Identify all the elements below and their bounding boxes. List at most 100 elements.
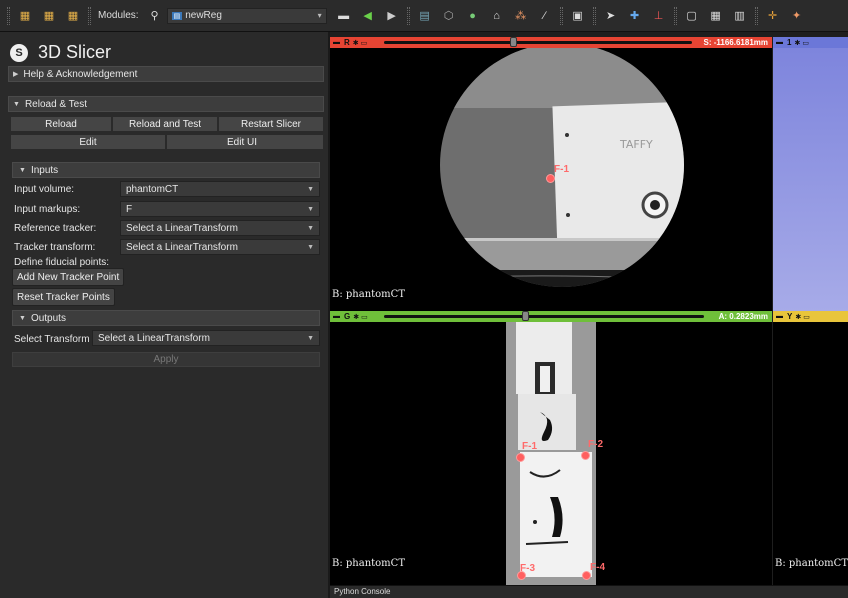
input-volume-value: phantomCT: [126, 183, 179, 195]
fiducial-label: F-4: [590, 562, 605, 573]
edit-button[interactable]: Edit: [10, 134, 166, 150]
add-tracker-point-button[interactable]: Add New Tracker Point: [12, 268, 125, 286]
capture-icon[interactable]: ▢: [683, 7, 701, 25]
module-selector[interactable]: ▤ newReg ▾: [166, 7, 327, 24]
view-icon[interactable]: ▥: [731, 7, 749, 25]
threed-view[interactable]: ▬ 1 ✱ ▭: [773, 37, 848, 311]
reload-button[interactable]: Reload: [10, 116, 112, 132]
output-transform-select[interactable]: Select a LinearTransform ▼: [92, 330, 320, 346]
red-slice-slider[interactable]: [384, 41, 692, 44]
visibility-icon[interactable]: ▭: [803, 313, 810, 321]
pin-icon[interactable]: ▬: [333, 313, 340, 320]
markup-icon[interactable]: ⁂: [512, 7, 530, 25]
output-transform-value: Select a LinearTransform: [98, 332, 210, 344]
yellow-slice-view[interactable]: ▬ Y ✱ ▭ B: phantomCT: [773, 311, 848, 585]
forward-icon[interactable]: ▶: [383, 7, 401, 25]
main-toolbar: ▦ ▦ ▦ Modules: ⚲ ▤ newReg ▾ ▬ ◀ ▶ ▤ ⬡ ● …: [0, 0, 848, 32]
reference-tracker-select[interactable]: Select a LinearTransform ▼: [120, 220, 320, 236]
green-view-controller: ▬ G ✱ ▭ A: 0.2823mm: [330, 311, 772, 322]
red-view-letter: R: [344, 38, 350, 47]
save-icon[interactable]: ▦: [64, 7, 82, 25]
slicer-window: ▦ ▦ ▦ Modules: ⚲ ▤ newReg ▾ ▬ ◀ ▶ ▤ ⬡ ● …: [0, 0, 848, 598]
reference-tracker-label: Reference tracker:: [14, 223, 97, 234]
screenshot-icon[interactable]: ▣: [569, 7, 587, 25]
link-icon[interactable]: ✱: [353, 39, 359, 47]
reload-section-header[interactable]: ▼ Reload & Test: [8, 96, 324, 112]
caret-down-icon: ▼: [19, 166, 26, 174]
tracker-transform-select[interactable]: Select a LinearTransform ▼: [120, 239, 320, 255]
visibility-icon[interactable]: ▭: [361, 313, 368, 321]
link-icon[interactable]: ✱: [353, 313, 359, 321]
pin-icon[interactable]: ▬: [333, 39, 340, 46]
dicom-icon[interactable]: ▦: [16, 7, 34, 25]
green-slice-slider-handle[interactable]: [521, 311, 529, 321]
segment-icon[interactable]: ▤: [416, 7, 434, 25]
outputs-section-header[interactable]: ▼ Outputs: [12, 310, 320, 326]
green-slice-view[interactable]: ▬ G ✱ ▭ A: 0.2823mm F-1 F-2 F-3 F-4 B: p…: [330, 311, 772, 585]
module-panel: S 3D Slicer ▶ Help & Acknowledgement ▼ R…: [0, 32, 328, 598]
green-slice-slider[interactable]: [384, 315, 704, 318]
select-transform-label: Select Transform: [14, 334, 90, 345]
red-slice-view[interactable]: ▬ R ✱ ▭ S: -1166.6181mm TAFFY F-1 B: pha…: [330, 37, 772, 311]
restart-slicer-button[interactable]: Restart Slicer: [218, 116, 324, 132]
reset-tracker-points-button[interactable]: Reset Tracker Points: [12, 288, 115, 306]
ruler-icon[interactable]: ∕: [536, 7, 554, 25]
reference-tracker-value: Select a LinearTransform: [126, 222, 238, 234]
module-selector-value: newReg: [185, 10, 222, 21]
modules-label: Modules:: [98, 10, 139, 21]
chevron-down-icon: ▼: [307, 334, 314, 342]
caret-down-icon: ▼: [19, 314, 26, 322]
pointer-icon[interactable]: ➤: [602, 7, 620, 25]
link-icon[interactable]: ✱: [794, 39, 800, 47]
brand: S 3D Slicer: [10, 42, 111, 63]
search-icon[interactable]: ⚲: [146, 7, 164, 25]
inputs-section-header[interactable]: ▼ Inputs: [12, 162, 320, 178]
layout-icon[interactable]: ▬: [335, 7, 353, 25]
toolbar-separator: [559, 6, 563, 25]
pin-icon[interactable]: ▬: [776, 313, 783, 320]
fiducial-label: F-1: [554, 164, 569, 175]
python-console-bar[interactable]: Python Console: [330, 585, 848, 598]
python-console-label: Python Console: [334, 587, 391, 596]
fiducial-icon[interactable]: ✚: [626, 7, 644, 25]
back-icon[interactable]: ◀: [359, 7, 377, 25]
fiducial-point[interactable]: [516, 453, 525, 462]
visibility-icon[interactable]: ▭: [361, 39, 368, 47]
green-slice-image: [506, 322, 596, 585]
help-section-header[interactable]: ▶ Help & Acknowledgement: [8, 66, 324, 82]
fiducial-point[interactable]: [546, 174, 555, 183]
module-icon: ▤: [171, 11, 183, 20]
fiducial-label: F-2: [588, 439, 603, 450]
input-markups-select[interactable]: F ▼: [120, 201, 320, 217]
model-icon[interactable]: ⬡: [440, 7, 458, 25]
input-volume-label: Input volume:: [14, 184, 75, 195]
toolbar-separator: [406, 6, 410, 25]
scene-icon[interactable]: ▦: [707, 7, 725, 25]
fiducial-label: F-1: [522, 441, 537, 452]
apply-button[interactable]: Apply: [12, 352, 320, 367]
link-icon[interactable]: ✱: [795, 313, 801, 321]
home-icon[interactable]: ⌂: [488, 7, 506, 25]
transform-icon[interactable]: ✦: [788, 7, 806, 25]
chevron-down-icon: ▼: [307, 185, 314, 193]
fiducial-point[interactable]: [581, 451, 590, 460]
tracker-transform-value: Select a LinearTransform: [126, 241, 238, 253]
svg-text:TAFFY: TAFFY: [619, 138, 653, 151]
red-slice-offset: S: -1166.6181mm: [703, 38, 769, 47]
input-volume-select[interactable]: phantomCT ▼: [120, 181, 320, 197]
toolbar-separator: [592, 6, 596, 25]
crosshair-icon[interactable]: ✛: [764, 7, 782, 25]
caret-right-icon: ▶: [13, 71, 19, 78]
data-icon[interactable]: ▦: [40, 7, 58, 25]
fiducial-label: F-3: [520, 563, 535, 574]
green-slice-offset: A: 0.2823mm: [718, 312, 768, 321]
visibility-icon[interactable]: ▭: [802, 39, 809, 47]
volume-icon[interactable]: ●: [464, 7, 482, 25]
help-section-label: Help & Acknowledgement: [23, 68, 138, 80]
edit-ui-button[interactable]: Edit UI: [166, 134, 324, 150]
toolbar-separator: [754, 6, 758, 25]
red-slice-slider-handle[interactable]: [510, 37, 518, 47]
pin-icon[interactable]: ▬: [776, 39, 783, 46]
fiducial-place-icon[interactable]: ⊥: [650, 7, 668, 25]
reload-and-test-button[interactable]: Reload and Test: [112, 116, 218, 132]
